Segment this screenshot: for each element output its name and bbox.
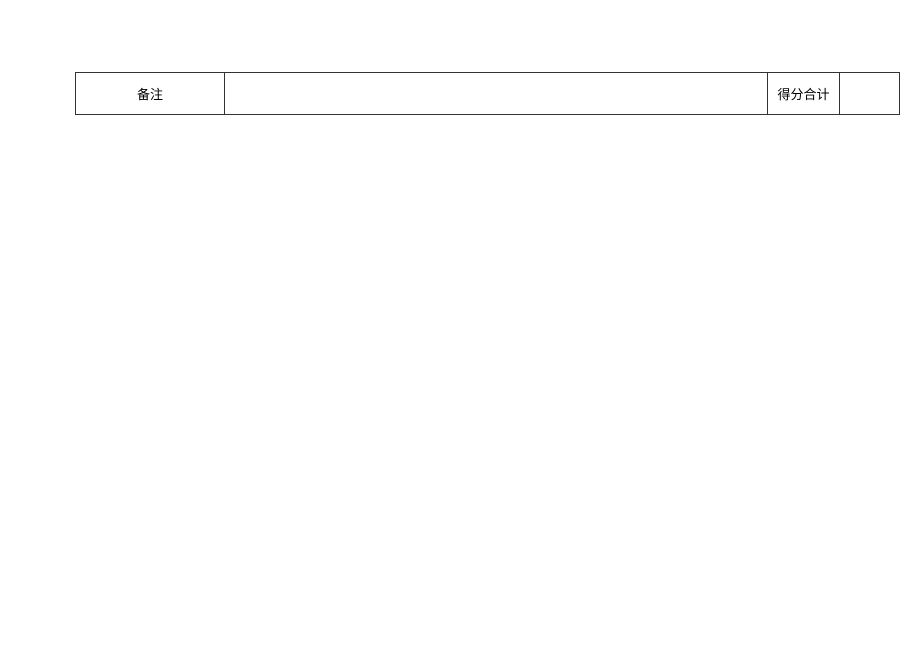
remarks-content-cell xyxy=(225,72,768,115)
total-score-label-text: 得分合计 xyxy=(777,84,829,103)
summary-row: 备注 得分合计 xyxy=(75,72,900,115)
total-score-value-cell xyxy=(840,72,900,115)
document-page: 备注 得分合计 xyxy=(0,0,920,651)
remarks-label-cell: 备注 xyxy=(75,72,225,115)
total-score-label-cell: 得分合计 xyxy=(768,72,840,115)
remarks-label-text: 备注 xyxy=(137,84,163,103)
